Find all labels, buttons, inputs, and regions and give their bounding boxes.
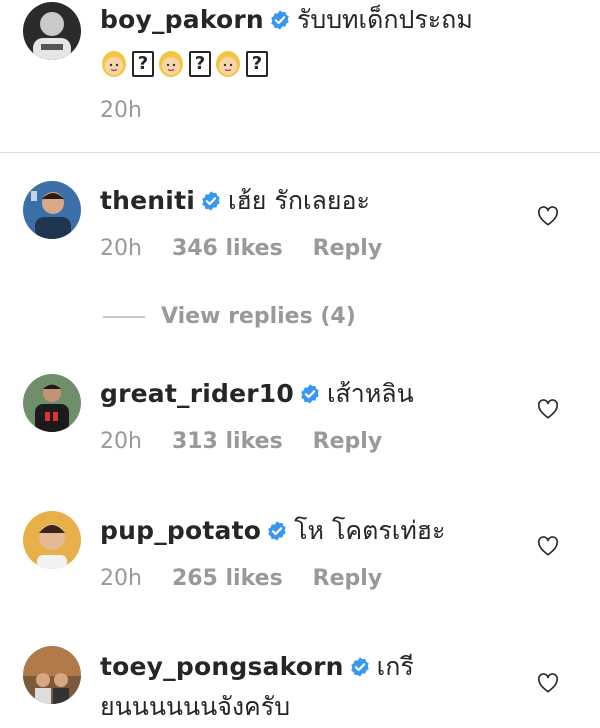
timestamp: 20h [100,429,142,454]
caption-text: รับบทเด็กประถม [296,5,473,34]
heart-icon[interactable] [537,206,559,226]
avatar-image [23,181,81,239]
reply-button[interactable]: Reply [313,566,383,591]
username[interactable]: boy_pakorn [100,5,264,34]
unknown-glyph: ? [189,51,211,77]
woman-blonde-emoji [100,50,128,78]
verified-badge-icon [299,383,321,405]
comment-text: เฮ้ย รักเลยอะ [228,186,370,215]
comment-line: toey_pongsakorn เกรี [100,650,414,684]
comment-text: เส้าหลิน [326,379,414,408]
woman-blonde-emoji [157,50,185,78]
comment-meta: 20h 313 likes Reply [100,427,412,457]
caption-meta: 20h [100,96,172,126]
comment-text-continued: ยนนนนนนจังครับ [100,692,291,721]
avatar[interactable] [23,374,81,432]
username[interactable]: theniti [100,186,195,215]
view-replies-label: View replies (4) [161,304,356,329]
username[interactable]: pup_potato [100,516,261,545]
likes-count[interactable]: 346 likes [172,236,283,261]
emoji-row: ??? [100,50,271,84]
username[interactable]: great_rider10 [100,379,294,408]
avatar-image [23,646,81,704]
replies-dash [103,315,145,318]
verified-badge-icon [200,190,222,212]
unknown-glyph: ? [246,51,268,77]
timestamp: 20h [100,98,142,123]
heart-icon[interactable] [537,536,559,556]
comment-line-continued: ยนนนนนนจังครับ [100,690,290,724]
caption-line: boy_pakorn รับบทเด็กประถม [100,3,473,37]
verified-badge-icon [269,9,291,31]
comment-line: pup_potato โห โคตรเท่ฮะ [100,514,446,548]
verified-badge-icon [349,656,371,678]
avatar[interactable] [23,646,81,704]
avatar[interactable] [23,511,81,569]
comment-line: great_rider10 เส้าหลิน [100,377,414,411]
timestamp: 20h [100,236,142,261]
username[interactable]: toey_pongsakorn [100,652,344,681]
heart-icon[interactable] [537,399,559,419]
view-replies-button[interactable]: View replies (4) [103,304,356,334]
likes-count[interactable]: 313 likes [172,429,283,454]
timestamp: 20h [100,566,142,591]
divider [0,152,600,153]
avatar[interactable] [23,181,81,239]
heart-icon[interactable] [537,673,559,693]
reply-button[interactable]: Reply [313,429,383,454]
comment-line: theniti เฮ้ย รักเลยอะ [100,184,370,218]
verified-badge-icon [266,520,288,542]
avatar-image [23,511,81,569]
comment-text: โห โคตรเท่ฮะ [294,516,446,545]
woman-blonde-emoji [214,50,242,78]
comment-text: เกรี [376,652,414,681]
avatar-image [23,374,81,432]
caption: boy_pakorn รับบทเด็กประถม ??? 20h [0,0,600,152]
reply-button[interactable]: Reply [313,236,383,261]
comment-meta: 20h 265 likes Reply [100,564,412,594]
likes-count[interactable]: 265 likes [172,566,283,591]
avatar[interactable] [23,2,81,60]
avatar-image [23,2,81,60]
unknown-glyph: ? [132,51,154,77]
comment-meta: 20h 346 likes Reply [100,234,412,264]
